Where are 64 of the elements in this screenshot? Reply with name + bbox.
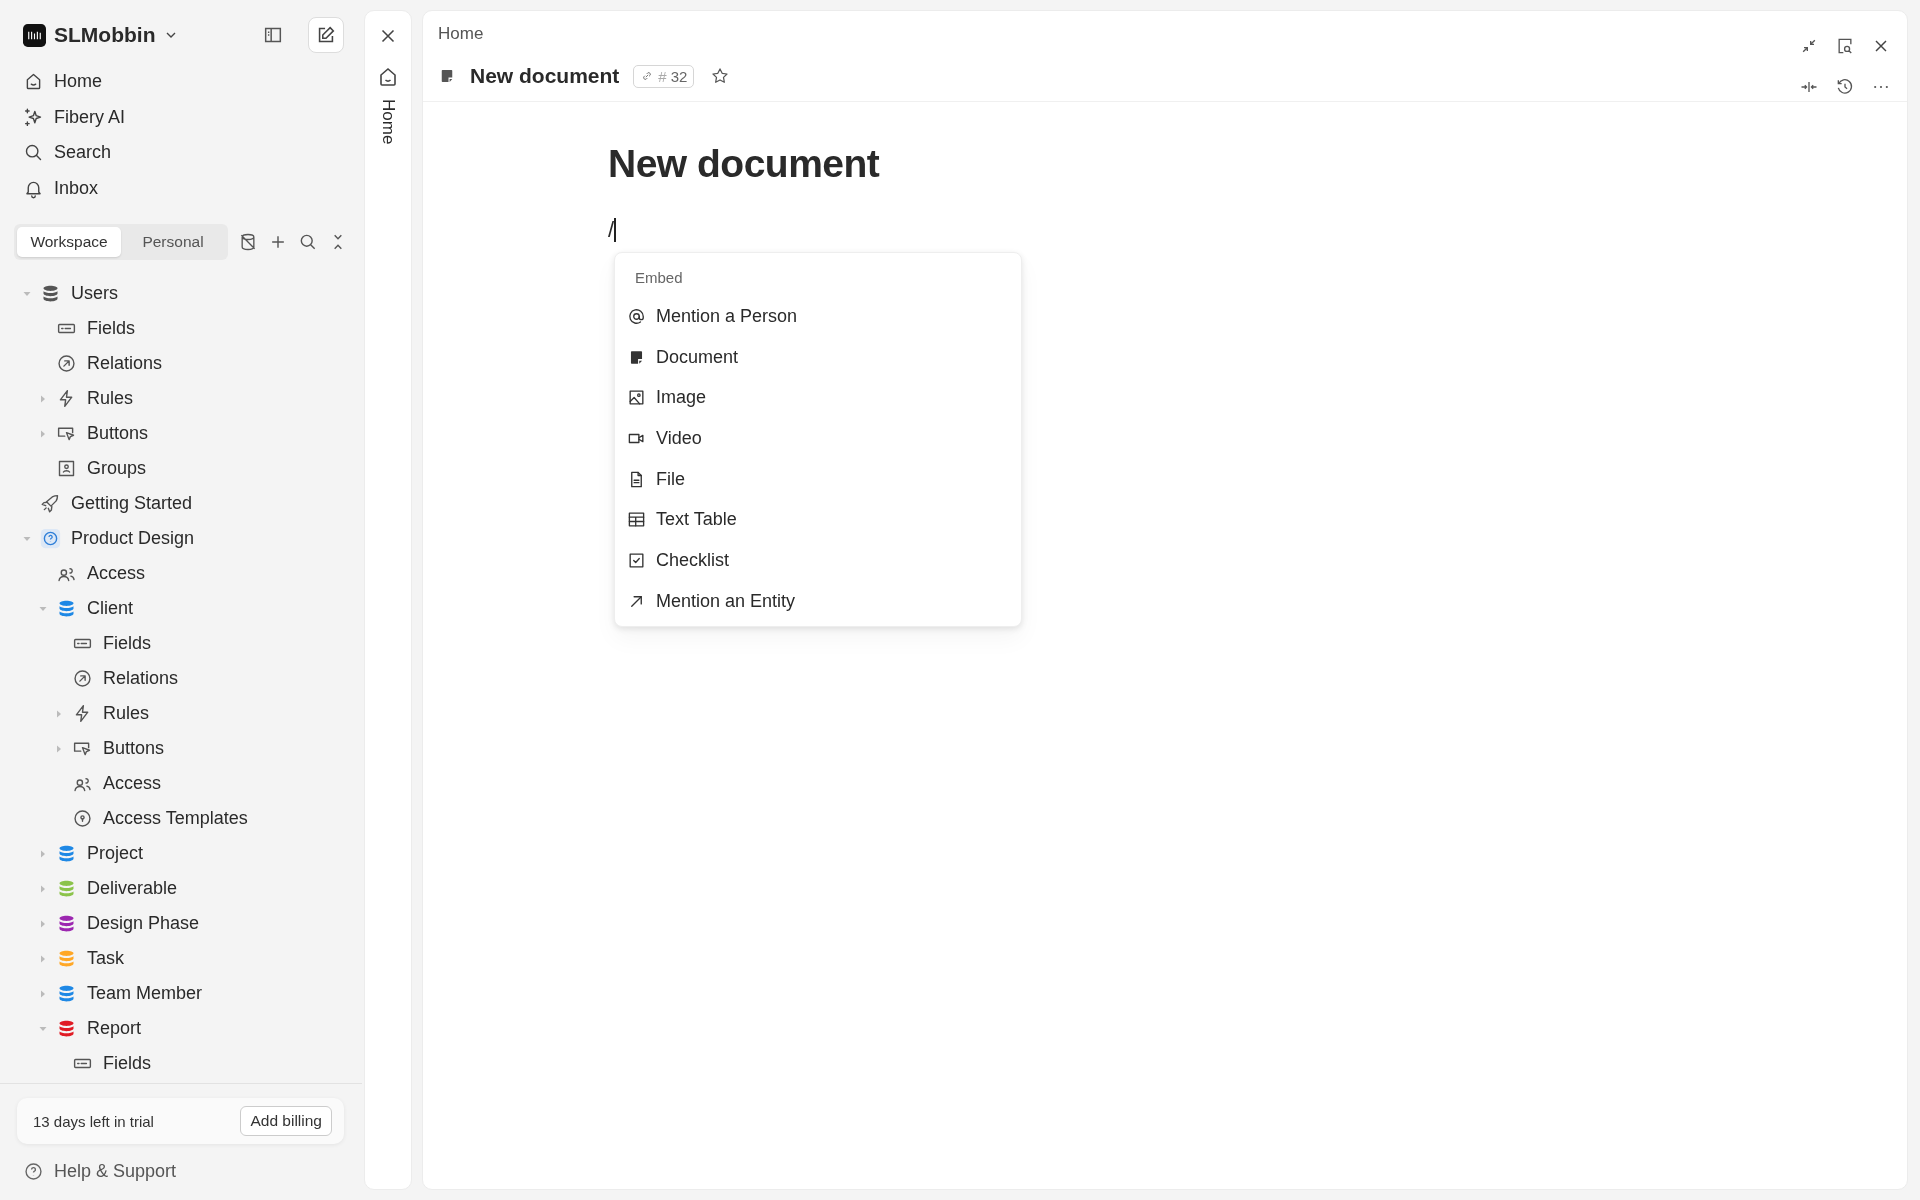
rocket-icon — [40, 493, 61, 514]
keyhole-icon — [72, 808, 93, 829]
nav-item[interactable]: Search — [0, 135, 362, 171]
tree-item[interactable]: Relations — [0, 661, 362, 696]
tree-item[interactable]: Team Member — [0, 976, 362, 1011]
tree-item[interactable]: Rules — [0, 696, 362, 731]
id-badge[interactable]: # 32 — [633, 64, 695, 88]
help-link[interactable]: Help & Support — [17, 1161, 344, 1182]
menu-item[interactable]: Video — [615, 418, 1021, 459]
tree-item[interactable]: Client — [0, 591, 362, 626]
tree-item[interactable]: Deliverable — [0, 871, 362, 906]
editor-input[interactable]: / — [608, 217, 615, 243]
help-icon — [23, 1161, 44, 1182]
scope-tab[interactable]: Workspace — [17, 227, 121, 257]
add-billing-button[interactable]: Add billing — [240, 1106, 332, 1136]
tree-item[interactable]: Rules — [0, 381, 362, 416]
tree-item[interactable]: Relations — [0, 346, 362, 381]
tree-item[interactable]: Access — [0, 556, 362, 591]
tree-item[interactable]: Access Templates — [0, 801, 362, 836]
nav-item[interactable]: Fibery AI — [0, 99, 362, 135]
menu-item[interactable]: Mention an Entity — [615, 580, 1021, 622]
trial-notice: 13 days left in trial — [33, 1112, 154, 1130]
workspace-logo-icon — [23, 23, 46, 47]
image-icon — [627, 388, 646, 408]
at-sign-icon — [627, 306, 646, 326]
tree-item[interactable]: Fields — [0, 311, 362, 346]
document-heading: New document — [608, 142, 881, 186]
tree-item[interactable]: Getting Started — [0, 486, 362, 521]
tree-item[interactable]: Fields — [0, 626, 362, 661]
workspace-name[interactable]: SLMobbin — [54, 23, 156, 47]
menu-item[interactable]: Mention a Person — [615, 296, 1021, 337]
tree-item[interactable]: Groups — [0, 451, 362, 486]
tree-item[interactable]: Access — [0, 766, 362, 801]
tree-item[interactable]: Fields — [0, 1046, 362, 1081]
tree-item[interactable]: Users — [0, 276, 362, 311]
search-icon[interactable] — [298, 232, 318, 252]
nav-item[interactable]: Inbox — [0, 170, 362, 206]
panel-label[interactable]: Home — [378, 99, 398, 145]
tree-item[interactable]: Buttons — [0, 731, 362, 766]
menu-item[interactable]: Document — [615, 336, 1021, 378]
menu-section-title: Embed — [634, 269, 684, 286]
menu-item[interactable]: Image — [615, 377, 1021, 419]
breadcrumb[interactable]: Home — [438, 24, 484, 43]
nav-item[interactable]: Home — [0, 64, 362, 100]
tree-item[interactable]: Design Phase — [0, 906, 362, 941]
person-frame-icon — [56, 458, 77, 479]
sparkle-icon — [23, 106, 44, 128]
scope-tab[interactable]: Personal — [121, 227, 225, 257]
table-icon — [627, 510, 646, 530]
menu-item[interactable]: File — [615, 458, 1021, 500]
new-page-button[interactable] — [308, 17, 344, 53]
checkbox-icon — [627, 550, 646, 570]
tree-item[interactable]: Report — [0, 1011, 362, 1046]
text-cursor — [614, 218, 616, 242]
database-off-icon[interactable] — [238, 232, 258, 252]
history-icon[interactable] — [1835, 77, 1855, 97]
menu-item[interactable]: Text Table — [615, 499, 1021, 541]
tree-item[interactable]: Project — [0, 836, 362, 871]
document-title: New document — [470, 64, 620, 88]
tree-item[interactable]: Product Design — [0, 521, 362, 556]
tree-item[interactable]: Buttons — [0, 416, 362, 451]
menu-item[interactable]: Checklist — [615, 540, 1021, 581]
question-circle-icon — [40, 528, 61, 549]
tree-item[interactable]: Task — [0, 941, 362, 976]
